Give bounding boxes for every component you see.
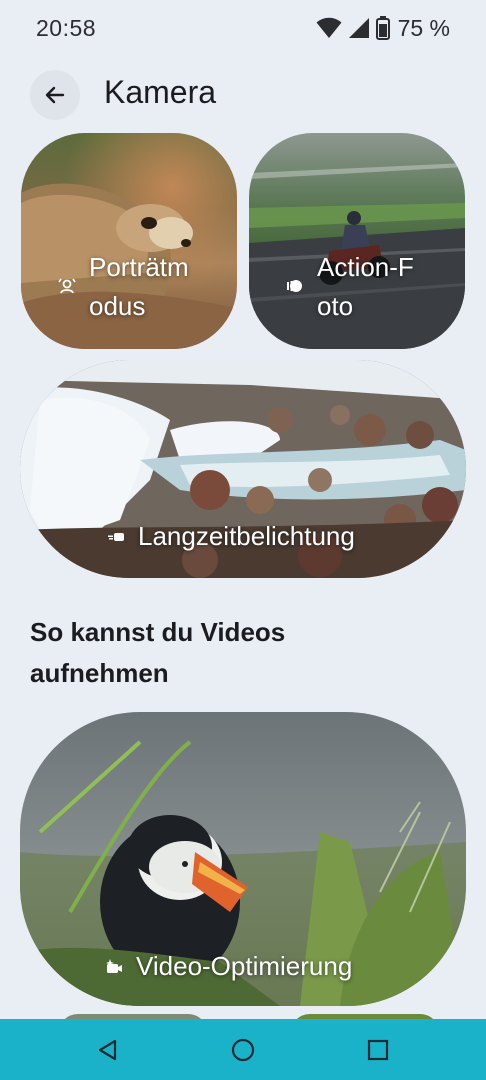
action-photo-label-line2: oto xyxy=(317,291,354,321)
battery-icon xyxy=(375,16,390,40)
status-icons: 75 % xyxy=(316,15,450,42)
wifi-icon xyxy=(316,17,342,38)
video-boost-card[interactable]: Video-Optimierung xyxy=(20,712,466,1006)
video-boost-label-text: Video-Optimierung xyxy=(136,951,353,981)
portrait-mode-card[interactable]: Porträtm odus xyxy=(21,133,237,349)
arrow-back-icon xyxy=(45,86,65,104)
action-photo-label-line1: Action-F xyxy=(317,252,414,282)
long-exposure-card[interactable]: Langzeitbelichtung xyxy=(20,360,466,578)
action-photo-label: Action-F oto xyxy=(285,248,414,326)
portrait-mode-label-line2: odus xyxy=(89,291,146,321)
video-section-heading: So kannst du Videos aufnehmen xyxy=(30,612,350,694)
portrait-mode-label: Porträtm odus xyxy=(57,248,189,326)
video-section-heading-line1: So kannst du Videos xyxy=(30,617,286,647)
action-photo-card[interactable]: Action-F oto xyxy=(249,133,465,349)
long-exposure-label: Langzeitbelichtung xyxy=(106,517,355,556)
page-title: Kamera xyxy=(104,74,217,110)
long-exposure-icon xyxy=(108,533,124,541)
system-nav-bar xyxy=(0,1019,486,1080)
cellular-signal-icon xyxy=(348,18,369,38)
video-boost-icon xyxy=(106,959,122,973)
back-triangle-icon[interactable] xyxy=(96,1038,120,1062)
status-time: 20:58 xyxy=(36,14,97,41)
recents-square-icon[interactable] xyxy=(366,1038,390,1062)
home-circle-icon[interactable] xyxy=(230,1037,256,1063)
battery-percent: 75 % xyxy=(397,14,450,41)
video-section-heading-line2: aufnehmen xyxy=(30,658,169,688)
back-button[interactable] xyxy=(30,70,80,120)
video-boost-label: Video-Optimierung xyxy=(104,947,352,986)
long-exposure-label-text: Langzeitbelichtung xyxy=(138,521,355,551)
portrait-mode-label-line1: Porträtm xyxy=(89,252,189,282)
portrait-icon xyxy=(58,278,76,294)
status-bar: 20:58 75 % xyxy=(0,0,486,56)
action-pan-icon xyxy=(287,280,302,292)
